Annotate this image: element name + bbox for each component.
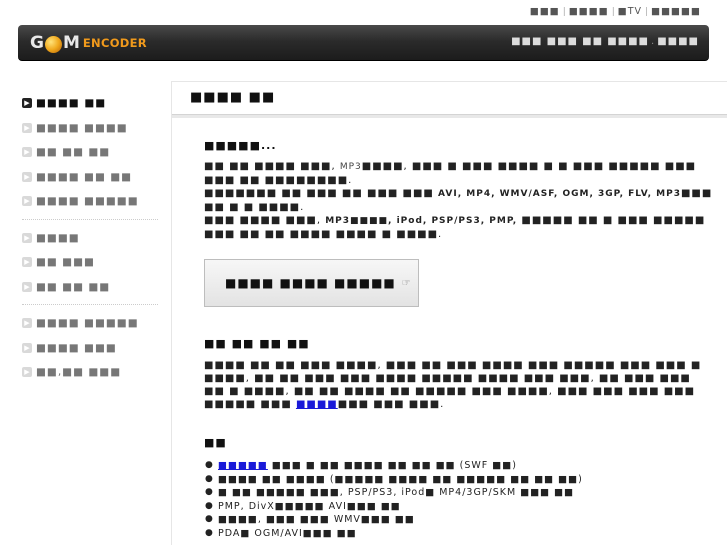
sidebar-item-1-1[interactable]: ▶ ■■ ■■■ [22, 250, 162, 275]
sidebar-item-2-2[interactable]: ▶ ■■,■■ ■■■ [22, 360, 162, 385]
device-list: MP3■■■■, iPod, PSP/PS3, PMP, [325, 216, 518, 226]
logo-letter-g: G [30, 33, 44, 53]
sidebar: ▶ ■■■■ ■■ ▶ ■■■■ ■■■■ ▶ ■■ ■■ ■■ ▶ ■■■■ ■■ ■… [22, 91, 162, 385]
top-links-separator: | [611, 7, 615, 17]
sidebar-item-0-0[interactable]: ▶ ■■■■ ■■ [22, 91, 162, 116]
sidebar-item-2-1[interactable]: ▶ ■■■■ ■■■ [22, 336, 162, 361]
section-description-title: ■■ ■■ ■■ ■■ [204, 337, 310, 350]
sidebar-item-label: ■■■■ ■■■■■ [36, 195, 139, 208]
feature-text: PDA■ OGM/AVI■■■ ■■ [218, 527, 357, 539]
section-intro-text: ■■ ■■ ■■■■ ■■■, MP3■■■■, ■■■ ■ ■■■ ■■■■ … [204, 160, 714, 241]
arrow-right-icon: ▶ [22, 122, 32, 133]
top-link-1[interactable]: ■■■ [530, 6, 560, 17]
format-list: AVI, MP4, WMV/ASF, OGM, 3GP, FLV, MP3 [438, 189, 681, 199]
list-item: ● PMP, DivX■■■■■ AVI■■■ ■■ [204, 500, 724, 514]
section-intro-title: ■■■■■... [204, 139, 277, 152]
feature-text: ■■■■, ■■■ ■■■ WMV■■■ ■■ [218, 514, 415, 526]
section-features-title: ■■ [204, 436, 227, 449]
description-text: ■■■■ ■■ ■■ ■■■ ■■■■, ■■■ ■■ ■■■ ■■■■ ■■■… [204, 360, 702, 410]
sidebar-item-label: ■■■■ ■■■■■ [36, 317, 139, 330]
arrow-right-icon: ▶ [22, 257, 32, 268]
bullet-icon: ● [205, 473, 214, 484]
intro-line-3: ■■■ ■■■■ ■■■, MP3■■■■, iPod, PSP/PS3, PM… [204, 214, 714, 241]
feature-text: PMP, DivX■■■■■ AVI■■■ ■■ [218, 500, 401, 512]
list-item: ● ■ ■■ ■■■■■ ■■■, PSP/PS3, iPod■ MP4/3GP/… [204, 486, 724, 500]
list-item: ● ■■■■■ ■■■ ■ ■■ ■■■■ ■■ ■■ ■■ (SWF ■■) [204, 459, 724, 473]
description-tail: ■■■ ■■■ ■■■. [337, 399, 445, 410]
arrow-right-icon: ▶ [22, 318, 32, 329]
arrow-right-icon: ▶ [22, 367, 32, 378]
arrow-right-icon: ▶ [22, 342, 32, 353]
gom-encoder-logo[interactable]: G M ENCODER [30, 33, 147, 53]
sidebar-item-label: ■■ ■■ ■■ [36, 146, 111, 159]
title-divider [172, 114, 727, 118]
list-item: ● PDA■ OGM/AVI■■■ ■■ [204, 527, 724, 541]
intro-line-2: ■■■■■■■ ■■ ■■■ ■■ ■■■ ■■■ AVI, MP4, WMV/… [204, 187, 714, 214]
top-link-tv[interactable]: ■TV [618, 6, 642, 17]
arrow-right-icon: ▶ [22, 147, 32, 158]
encoder-action-button[interactable]: ■■■■ ■■■■ ■■■■■ ☞ [204, 259, 419, 307]
intro-text: ■■■■■■■ ■■ ■■■ ■■ ■■■ ■■■ [204, 188, 439, 199]
list-item: ● ■■■■, ■■■ ■■■ WMV■■■ ■■ [204, 513, 724, 527]
section-description-text: ■■■■ ■■ ■■ ■■■ ■■■■, ■■■ ■■ ■■■ ■■■■ ■■■… [204, 359, 714, 411]
sidebar-item-label: ■■■■ [36, 231, 80, 244]
sidebar-item-0-4[interactable]: ▶ ■■■■ ■■■■■ [22, 189, 162, 214]
sidebar-item-label: ■■ ■■■ [36, 256, 95, 269]
header-bar: G M ENCODER ■■■ ■■■ ■■ ■■■■. ■■■■ [18, 25, 709, 61]
sidebar-item-0-1[interactable]: ▶ ■■■■ ■■■■ [22, 116, 162, 141]
arrow-right-icon: ▶ [22, 232, 32, 243]
list-item: ● ■■■■ ■■ ■■■■ (■■■■■ ■■■■ ■■ ■■■■■ ■■ ■■… [204, 473, 724, 487]
page-title: ■■■■ ■■ [190, 90, 276, 105]
header-nav-dot: . [651, 36, 656, 47]
logo-letter-m: M [62, 33, 80, 53]
sidebar-item-label: ■■■■ ■■■ [36, 341, 117, 354]
gom-ball-icon [44, 35, 62, 53]
arrow-right-icon: ▶ [22, 171, 32, 182]
top-links-separator: | [562, 7, 566, 17]
sidebar-item-label: ■■■■ ■■ [36, 97, 107, 110]
arrow-right-icon: ▶ [22, 98, 32, 109]
top-link-2[interactable]: ■■■■ [569, 6, 609, 17]
bullet-icon: ● [205, 460, 214, 470]
header-nav-link[interactable]: ■■■■ [657, 36, 699, 47]
sidebar-item-label: ■■ ■■ ■■ [36, 280, 111, 293]
sidebar-divider [22, 304, 158, 305]
feature-text: ■ ■■ ■■■■■ ■■■, PSP/PS3, iPod■ MP4/3GP/S… [218, 487, 575, 499]
top-links-separator: | [645, 7, 649, 17]
intro-line-1: ■■ ■■ ■■■■ ■■■, MP3■■■■, ■■■ ■ ■■■ ■■■■ … [204, 160, 714, 187]
pointing-hand-icon: ☞ [401, 277, 411, 289]
intro-text: ■■■ ■■■■ ■■■, [204, 215, 326, 226]
sidebar-item-0-2[interactable]: ▶ ■■ ■■ ■■ [22, 140, 162, 165]
format-mp3: MP3 [339, 162, 362, 172]
feature-text: ■■■■ ■■ ■■■■ (■■■■■ ■■■■ ■■ ■■■■■ ■■ ■■ … [218, 473, 583, 485]
features-list: ● ■■■■■ ■■■ ■ ■■ ■■■■ ■■ ■■ ■■ (SWF ■■) ●… [204, 459, 724, 541]
sidebar-item-label: ■■■■ ■■ ■■ [36, 170, 133, 183]
header-nav: ■■■ ■■■ ■■ ■■■■. ■■■■ [511, 36, 699, 47]
sidebar-item-1-0[interactable]: ▶ ■■■■ [22, 226, 162, 251]
sidebar-item-1-2[interactable]: ▶ ■■ ■■ ■■ [22, 275, 162, 300]
feature-text: ■■■ ■ ■■ ■■■■ ■■ ■■ ■■ (SWF ■■) [267, 460, 517, 471]
bullet-icon: ● [205, 500, 214, 511]
top-link-4[interactable]: ■■■■■ [651, 6, 701, 17]
intro-text: ■■ ■■ ■■■■ ■■■, [204, 161, 340, 172]
sidebar-item-label: ■■■■ ■■■■ [36, 121, 128, 134]
sidebar-item-label: ■■,■■ ■■■ [36, 366, 122, 379]
feature-link[interactable]: ■■■■■ [218, 460, 268, 471]
sidebar-item-0-3[interactable]: ▶ ■■■■ ■■ ■■ [22, 165, 162, 190]
main-content: ■■■■ ■■ ■■■■■... ■■ ■■ ■■■■ ■■■, MP3■■■■… [171, 81, 727, 545]
description-link[interactable]: ■■■■ [296, 399, 338, 410]
header-nav-text[interactable]: ■■■ ■■■ ■■ ■■■■ [511, 36, 649, 47]
action-button-label: ■■■■ ■■■■ ■■■■■ [225, 276, 396, 290]
sidebar-item-2-0[interactable]: ▶ ■■■■ ■■■■■ [22, 311, 162, 336]
arrow-right-icon: ▶ [22, 281, 32, 292]
sidebar-divider [22, 218, 158, 220]
bullet-icon: ● [205, 487, 214, 498]
top-links: ■■■ | ■■■■ | ■TV | ■■■■■ [530, 6, 701, 17]
arrow-right-icon: ▶ [22, 196, 32, 207]
bullet-icon: ● [205, 527, 214, 538]
logo-encoder-text: ENCODER [82, 36, 147, 50]
bullet-icon: ● [205, 514, 214, 525]
